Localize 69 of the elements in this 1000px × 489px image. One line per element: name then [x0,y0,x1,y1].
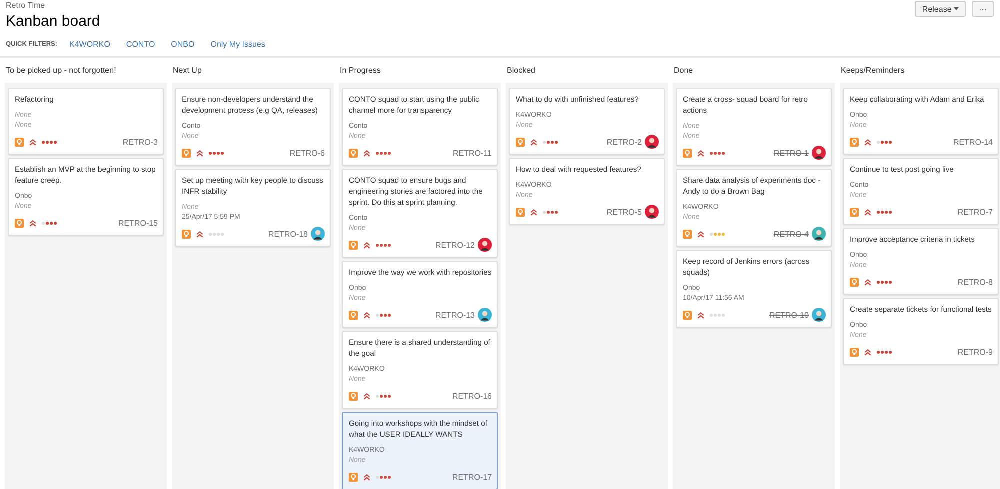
issue-key[interactable]: RETRO-16 [452,392,492,400]
issue-key[interactable]: RETRO-17 [452,472,492,482]
improvement-icon [850,348,859,356]
improvement-icon [850,278,859,286]
priority-icon [363,310,371,320]
improvement-icon [516,138,525,146]
improvement-icon [850,208,859,216]
issue-key[interactable]: RETRO-4 [774,230,809,238]
priority-icon [363,148,371,158]
column-header: Next Up [172,65,203,77]
issue-key[interactable]: RETRO-1 [774,148,809,158]
priority-icon [363,392,371,400]
caret-icon [954,7,959,12]
column-header: To be picked up - not forgotten! [5,65,118,77]
improvement-icon [182,148,191,158]
priority-icon [864,138,872,146]
improvement-icon [683,310,692,320]
improvement-icon [516,208,525,216]
priority-icon [697,310,705,320]
priority-icon [363,240,371,250]
improvement-icon [683,148,692,158]
priority-icon [196,230,204,238]
issue-key[interactable]: RETRO-10 [769,310,809,320]
issue-key[interactable]: RETRO-13 [435,310,475,320]
improvement-icon [349,472,358,482]
column-header: In Progress [339,65,382,77]
priority-icon [697,148,705,158]
priority-icon [530,208,538,216]
quick-filter-link[interactable]: ONBO [171,40,195,49]
issue-key[interactable]: RETRO-2 [606,138,642,146]
issue-key[interactable]: RETRO-7 [958,208,993,216]
improvement-icon [349,148,358,158]
issue-key[interactable]: RETRO-3 [122,138,158,146]
issue-key[interactable]: RETRO-8 [958,278,993,286]
priority-icon [864,208,872,216]
priority-icon [29,138,37,146]
release-dropdown[interactable]: Release [915,1,966,17]
issue-key[interactable]: RETRO-11 [453,148,492,158]
quick-filter-link[interactable]: K4WORKO [70,40,110,49]
priority-icon [196,148,204,158]
improvement-icon [349,240,358,250]
priority-icon [864,278,872,286]
priority-icon [29,218,37,228]
improvement-icon [349,392,358,400]
issue-key[interactable]: RETRO-14 [953,138,993,146]
column-header: Keeps/Reminders [840,65,906,77]
project-name: Retro Time [6,1,46,10]
board-title: Kanban board [6,13,100,30]
more-button[interactable]: ··· [972,1,994,17]
improvement-icon [15,218,24,228]
issue-key[interactable]: RETRO-9 [958,348,993,356]
issue-key[interactable]: RETRO-5 [606,208,642,216]
issue-key[interactable]: RETRO-15 [118,218,158,228]
improvement-icon [850,138,859,146]
issue-key[interactable]: RETRO-18 [268,230,308,238]
issue-key[interactable]: RETRO-6 [290,148,325,158]
quick-filter-link[interactable]: Only My Issues [210,40,266,49]
priority-icon [363,472,371,482]
issue-key[interactable]: RETRO-12 [435,240,475,250]
improvement-icon [349,310,358,320]
priority-icon [864,348,872,356]
improvement-icon [683,230,692,238]
column-header: Blocked [506,65,536,77]
quick-filter-link[interactable]: CONTO [126,40,156,49]
improvement-icon [15,138,24,146]
column-header: Done [673,65,694,77]
priority-icon [697,230,705,238]
improvement-icon [182,230,191,238]
priority-icon [530,138,538,146]
